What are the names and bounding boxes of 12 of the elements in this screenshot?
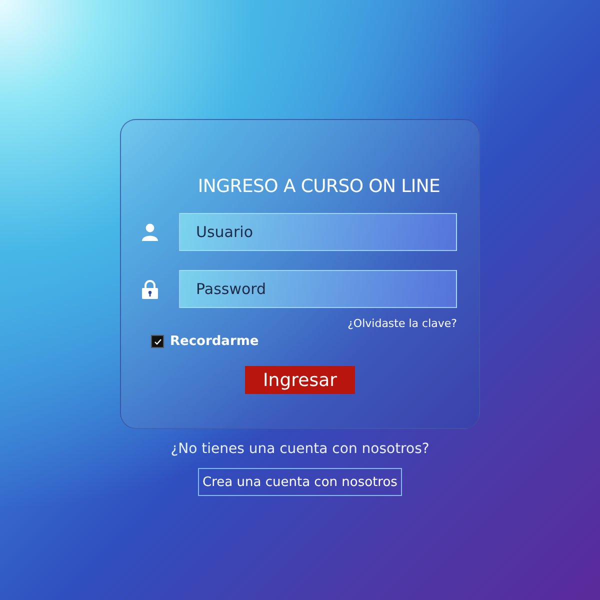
remember-label: Recordarme	[170, 334, 259, 349]
forgot-password-link[interactable]: ¿Olvidaste la clave?	[348, 317, 457, 330]
signup-prompt: ¿No tienes una cuenta con nosotros?	[170, 441, 430, 457]
user-icon	[141, 223, 159, 241]
username-field[interactable]: Usuario	[179, 213, 457, 251]
password-field[interactable]: Password	[179, 270, 457, 308]
create-account-button[interactable]: Crea una cuenta con nosotros	[198, 468, 402, 496]
login-title: INGRESO A CURSO ON LINE	[196, 176, 442, 197]
login-button[interactable]: Ingresar	[245, 366, 355, 394]
padlock-icon	[142, 280, 158, 298]
check-icon	[154, 338, 162, 346]
remember-checkbox[interactable]	[151, 335, 164, 348]
